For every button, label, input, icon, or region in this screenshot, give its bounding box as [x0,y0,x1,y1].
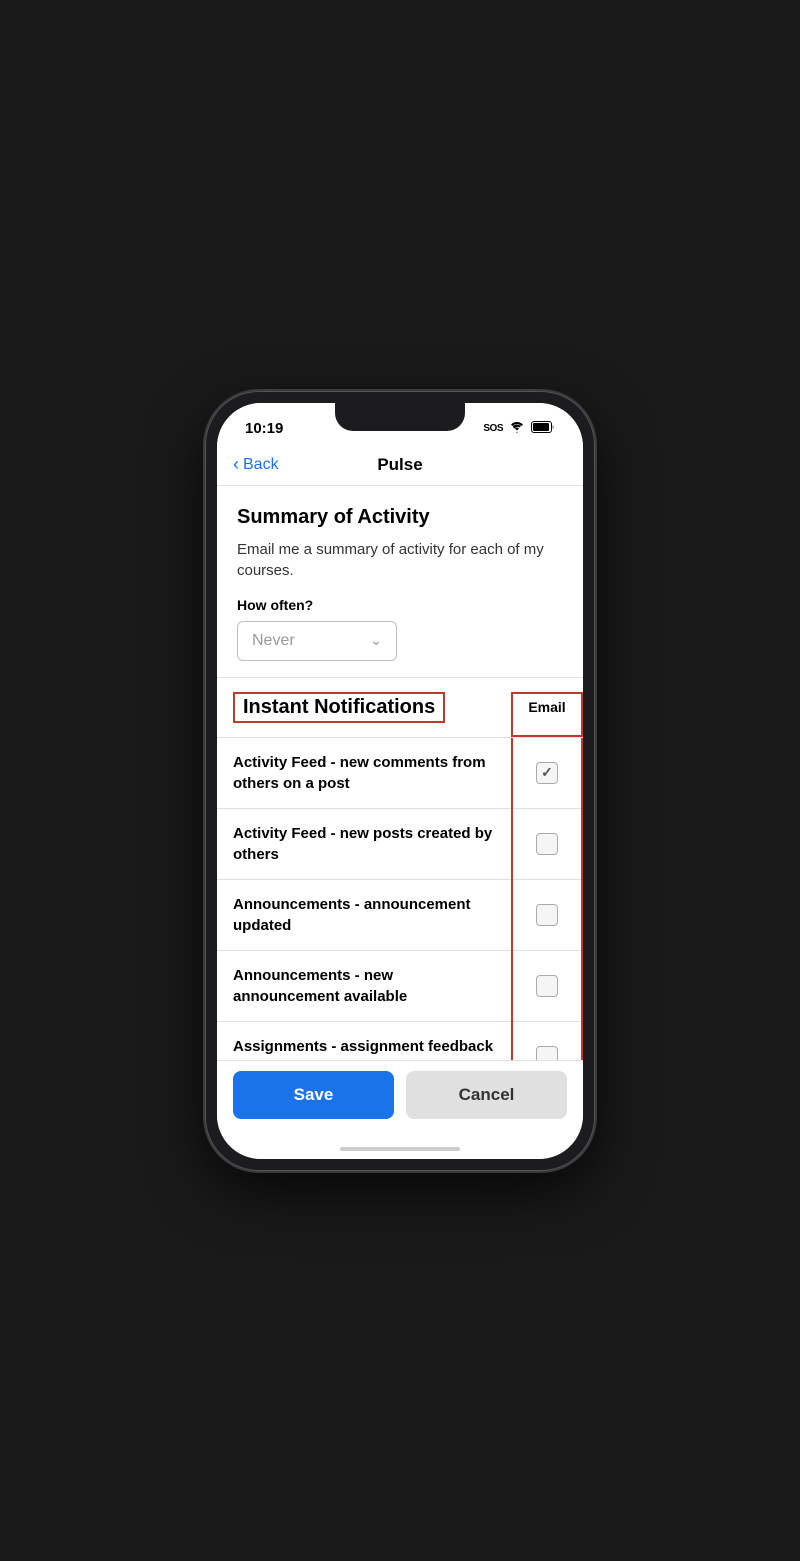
notif-checkbox-cell-4[interactable] [511,961,583,1011]
frequency-dropdown[interactable]: Never ⌄ [237,621,397,661]
phone-frame: 10:19 SOS [205,391,595,1171]
notif-checkbox-feedback-released[interactable] [536,1046,558,1060]
notif-checkbox-cell-5[interactable] [511,1032,583,1060]
instant-header: Instant Notifications Email [217,678,583,738]
dropdown-value: Never [252,632,295,650]
notif-row-activity-posts: Activity Feed - new posts created by oth… [217,809,583,880]
instant-notifications-title: Instant Notifications [233,692,445,723]
notif-checkbox-activity-posts[interactable] [536,833,558,855]
notch [335,403,465,431]
phone-screen: 10:19 SOS [217,403,583,1159]
battery-icon [531,421,555,436]
notif-label-new-announcement: Announcements - new announcement availab… [217,951,511,1021]
notification-rows: Activity Feed - new comments from others… [217,738,583,1060]
summary-section: Summary of Activity Email me a summary o… [217,486,583,678]
notif-label-feedback-released: Assignments - assignment feedback releas… [217,1022,511,1060]
notif-label-activity-comments: Activity Feed - new comments from others… [217,738,511,808]
notif-checkbox-new-announcement[interactable] [536,975,558,997]
back-button[interactable]: ‹ Back [233,454,279,475]
status-time: 10:19 [245,420,283,437]
home-bar [340,1147,460,1151]
notif-checkbox-cell-1[interactable] [511,748,583,798]
page-title: Pulse [377,455,422,475]
nav-bar: ‹ Back Pulse [217,447,583,486]
instant-title-box: Instant Notifications [217,692,511,737]
back-chevron-icon: ‹ [233,454,239,475]
notif-row-new-announcement: Announcements - new announcement availab… [217,951,583,1022]
notif-checkbox-cell-3[interactable] [511,890,583,940]
save-button[interactable]: Save [233,1071,394,1119]
sos-indicator: SOS [483,423,503,434]
notif-label-activity-posts: Activity Feed - new posts created by oth… [217,809,511,879]
notif-row-announcement-updated: Announcements - announcement updated [217,880,583,951]
how-often-label: How often? [237,597,563,613]
notif-checkbox-announcement-updated[interactable] [536,904,558,926]
wifi-icon [509,421,525,436]
notif-row-activity-comments: Activity Feed - new comments from others… [217,738,583,809]
email-header-box: Email [511,692,583,737]
content-scroll[interactable]: Summary of Activity Email me a summary o… [217,486,583,1060]
summary-title: Summary of Activity [237,506,563,529]
cancel-button[interactable]: Cancel [406,1071,567,1119]
summary-description: Email me a summary of activity for each … [237,539,563,581]
notif-row-feedback-released: Assignments - assignment feedback releas… [217,1022,583,1060]
notif-label-announcement-updated: Announcements - announcement updated [217,880,511,950]
instant-notifications-section: Instant Notifications Email Activity Fee… [217,678,583,1060]
home-indicator [217,1139,583,1159]
status-icons: SOS [483,421,555,436]
notif-checkbox-activity-comments[interactable] [536,762,558,784]
notif-checkbox-cell-2[interactable] [511,819,583,869]
email-column-header: Email [528,699,565,715]
chevron-down-icon: ⌄ [370,632,382,649]
bottom-bar: Save Cancel [217,1060,583,1139]
back-label: Back [243,456,279,474]
